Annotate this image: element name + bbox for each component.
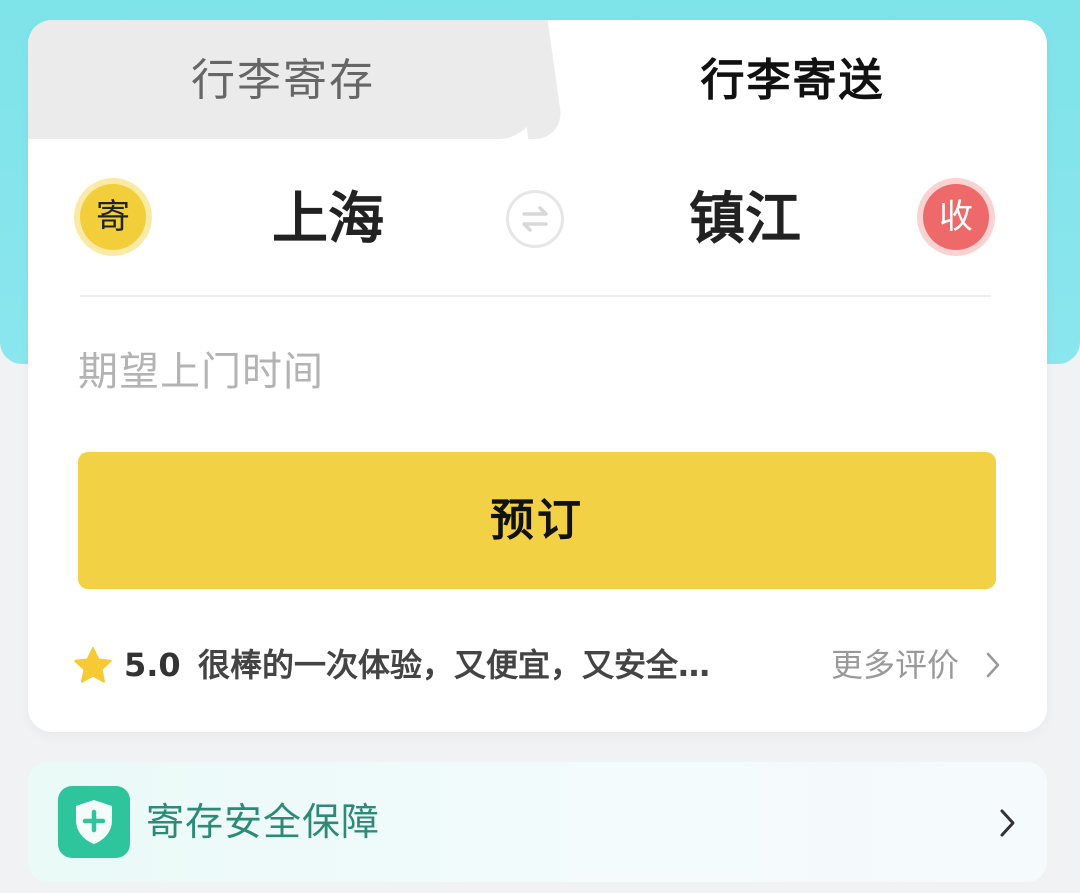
to-city[interactable]: 镇江 (645, 180, 845, 260)
tab-luggage-delivery[interactable]: 行李寄送 (538, 20, 1047, 139)
from-city[interactable]: 上海 (228, 180, 428, 260)
receive-badge: 收 (923, 184, 989, 250)
rating-score: 5.0 (124, 646, 181, 684)
review-snippet: 很棒的一次体验，又便宜，又安全… (198, 646, 711, 684)
shield-plus-icon (58, 786, 130, 858)
luggage-service-card: 行李寄存 行李寄送 寄 上海 镇江 收 期望上门时间 预订 5.0 很棒的一次体… (28, 20, 1047, 732)
swap-cities-button[interactable] (506, 190, 564, 248)
safety-guarantee-label: 寄存安全保障 (146, 800, 381, 844)
book-button[interactable]: 预订 (78, 452, 996, 589)
divider (80, 295, 991, 297)
star-icon (74, 647, 112, 683)
chevron-right-icon (1000, 809, 1015, 837)
chevron-right-icon[interactable] (983, 650, 1003, 680)
tab-luggage-storage[interactable]: 行李寄存 (28, 20, 538, 139)
swap-arrows-icon (522, 206, 548, 232)
safety-guarantee-banner[interactable]: 寄存安全保障 (28, 762, 1047, 882)
send-badge: 寄 (80, 184, 146, 250)
more-reviews-link[interactable]: 更多评价 (831, 642, 959, 688)
pickup-time-field[interactable]: 期望上门时间 (78, 342, 324, 402)
